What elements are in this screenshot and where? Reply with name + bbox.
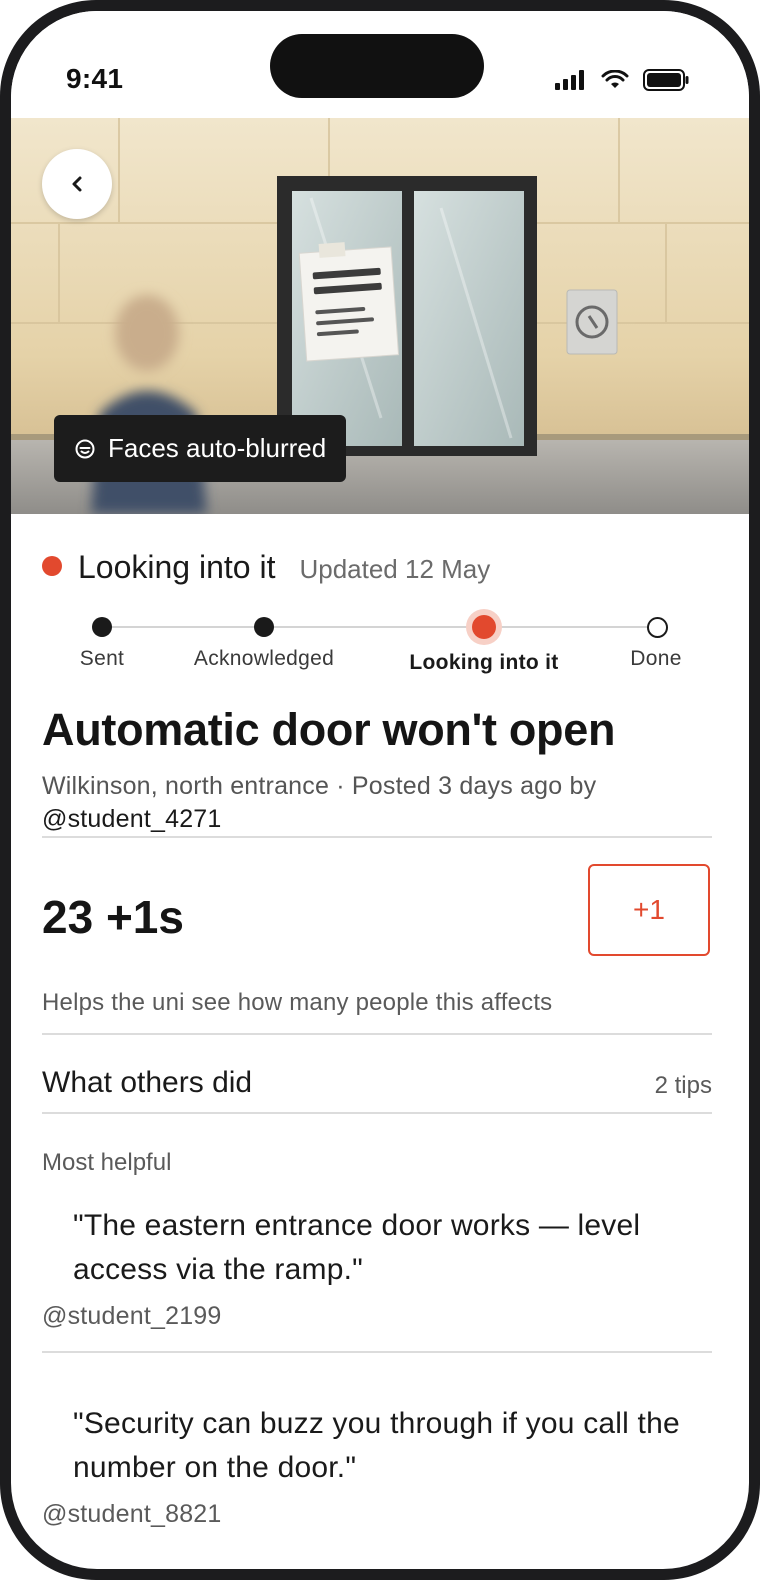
step-label-done: Done — [630, 647, 682, 670]
tips-sort-label[interactable]: Most helpful — [42, 1149, 171, 1177]
progress-line — [102, 626, 658, 628]
step-dot-looking-into-it — [472, 615, 496, 639]
plus-one-count: 23 +1s — [42, 891, 184, 943]
tip-author[interactable]: @student_2199 — [42, 1302, 222, 1331]
status-bar: 9:41 — [11, 11, 749, 118]
cellular-signal-icon — [555, 70, 584, 90]
tips-section-title: What others did — [42, 1066, 253, 1099]
divider — [42, 1112, 712, 1114]
phone-frame: 9:41 Faces auto-blurred Looking into it … — [0, 0, 760, 1580]
tip-author[interactable]: @student_8821 — [42, 1500, 222, 1529]
status-dot — [42, 556, 62, 576]
tips-count: 2 tips — [654, 1072, 712, 1099]
dynamic-island — [270, 34, 484, 98]
back-button[interactable] — [42, 149, 112, 219]
plus-one-helper: Helps the uni see how many people this a… — [42, 989, 553, 1016]
step-dot-acknowledged — [254, 617, 274, 637]
report-meta: Wilkinson, north entrance · Posted 3 day… — [42, 770, 712, 836]
divider — [42, 1033, 712, 1035]
faces-blurred-label: Faces auto-blurred — [108, 433, 327, 463]
step-label-sent: Sent — [79, 647, 125, 670]
step-label-looking-into-it: Looking into it — [409, 651, 559, 674]
status-icons — [555, 69, 689, 91]
step-dot-done — [647, 617, 668, 638]
divider — [42, 1351, 712, 1353]
progress-tracker: Sent Acknowledged Looking into it Done — [42, 599, 712, 679]
divider — [42, 836, 712, 838]
status-time: 9:41 — [66, 63, 124, 94]
face-icon — [75, 439, 95, 458]
status-updated: Updated 12 May — [299, 554, 491, 584]
battery-icon — [643, 69, 689, 91]
chevron-left-icon — [72, 176, 82, 192]
step-label-acknowledged: Acknowledged — [193, 647, 335, 670]
step-dot-sent — [92, 617, 112, 637]
status-row: Looking into it Updated 12 May — [42, 549, 490, 586]
report-location-meta: Wilkinson, north entrance · Posted 3 day… — [42, 772, 597, 800]
tip-quote: "Security can buzz you through if you ca… — [73, 1407, 680, 1484]
tip-quote: "The eastern entrance door works — level… — [73, 1209, 641, 1286]
report-author[interactable]: @student_4271 — [42, 805, 222, 833]
wifi-icon — [601, 70, 629, 88]
report-title: Automatic door won't open — [42, 704, 616, 755]
faces-blurred-badge: Faces auto-blurred — [54, 415, 347, 482]
screen: 9:41 Faces auto-blurred Looking into it … — [11, 11, 749, 1569]
plus-one-button[interactable]: +1 — [588, 864, 710, 956]
status-label: Looking into it — [78, 549, 276, 585]
